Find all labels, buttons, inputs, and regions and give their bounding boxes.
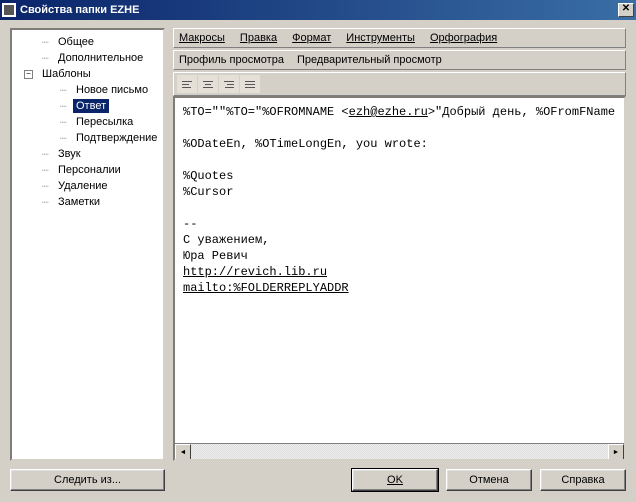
tree-item-general[interactable]: ┈Общее [14, 34, 161, 50]
help-button[interactable]: Справка [540, 469, 626, 491]
cancel-button[interactable]: Отмена [446, 469, 532, 491]
menu-format[interactable]: Формат [292, 32, 331, 44]
tree-item-personal[interactable]: ┈Персоналии [14, 162, 161, 178]
tree-item-new-letter[interactable]: ┈Новое письмо [14, 82, 161, 98]
scroll-left-icon[interactable]: ◄ [175, 444, 191, 460]
submenu-preview[interactable]: Предварительный просмотр [297, 54, 442, 66]
template-editor[interactable]: %TO=""%TO="%OFROMNAME <ezh@ezhe.ru>"Добр… [175, 98, 624, 443]
submenubar: Профиль просмотра Предварительный просмо… [173, 50, 626, 70]
menubar: Макросы Правка Формат Инструменты Орфогр… [173, 28, 626, 48]
tree-item-notes[interactable]: ┈Заметки [14, 194, 161, 210]
collapse-icon[interactable]: − [24, 70, 33, 79]
url-link: http://revich.lib.ru [183, 265, 327, 279]
align-right-icon[interactable] [219, 75, 239, 93]
scroll-track[interactable] [191, 444, 608, 459]
tree-item-additional[interactable]: ┈Дополнительное [14, 50, 161, 66]
follow-button[interactable]: Следить из... [10, 469, 165, 491]
mailto-link: mailto:%FOLDERREPLYADDR [183, 281, 349, 295]
titlebar: Свойства папки EZHE ✕ [0, 0, 636, 20]
horizontal-scrollbar[interactable]: ◄ ► [175, 443, 624, 459]
editor-area[interactable]: %TO=""%TO="%OFROMNAME <ezh@ezhe.ru>"Добр… [173, 96, 626, 461]
close-icon[interactable]: ✕ [618, 3, 634, 17]
menu-macros[interactable]: Макросы [179, 32, 225, 44]
ok-button[interactable]: OK [352, 469, 438, 491]
align-left-icon[interactable] [177, 75, 197, 93]
tree-item-delete[interactable]: ┈Удаление [14, 178, 161, 194]
align-justify-icon[interactable] [240, 75, 260, 93]
toolbar [173, 72, 626, 96]
tree-item-reply[interactable]: ┈Ответ [14, 98, 161, 114]
button-bar: Следить из... OK Отмена Справка [0, 465, 636, 501]
tree-panel: ┈Общее ┈Дополнительное −Шаблоны ┈Новое п… [10, 28, 165, 461]
app-icon [2, 3, 16, 17]
scroll-right-icon[interactable]: ► [608, 444, 624, 460]
menu-tools[interactable]: Инструменты [346, 32, 415, 44]
tree-item-confirm[interactable]: ┈Подтверждение [14, 130, 161, 146]
menu-spelling[interactable]: Орфография [430, 32, 497, 44]
submenu-view-profile[interactable]: Профиль просмотра [179, 54, 284, 66]
align-center-icon[interactable] [198, 75, 218, 93]
window-title: Свойства папки EZHE [20, 4, 618, 16]
tree-item-forward[interactable]: ┈Пересылка [14, 114, 161, 130]
menu-edit[interactable]: Правка [240, 32, 277, 44]
tree-item-sound[interactable]: ┈Звук [14, 146, 161, 162]
tree-item-templates[interactable]: −Шаблоны [14, 66, 161, 82]
email-link: ezh@ezhe.ru [349, 105, 428, 119]
